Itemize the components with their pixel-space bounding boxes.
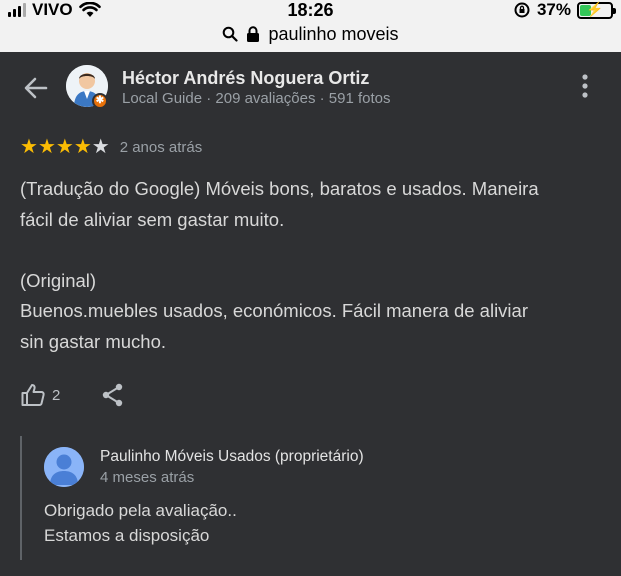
battery-percentage: 37% — [536, 0, 571, 19]
reviewer-meta: Local Guide · 209 avaliações · 591 fotos — [122, 90, 391, 107]
star-empty-icon: ★ — [91, 136, 110, 158]
reply-text: Obrigado pela avaliação.. Estamos a disp… — [44, 498, 237, 548]
orientation-lock-icon — [514, 2, 530, 18]
star-filled-icon: ★ — [73, 136, 92, 158]
star-filled-icon: ★ — [55, 136, 74, 158]
star-filled-icon: ★ — [37, 136, 56, 158]
reply-text-line: Estamos a disposição — [44, 526, 210, 545]
translated-text-line: fácil de aliviar sem gastar muito. — [20, 208, 285, 230]
reply-date: 4 meses atrás — [100, 469, 195, 486]
battery-icon: ⚡ — [577, 0, 616, 19]
lock-icon — [247, 26, 260, 42]
back-arrow-icon[interactable] — [22, 74, 50, 102]
like-count: 2 — [52, 386, 61, 404]
original-text-line: Buenos.muebles usados, económicos. Fácil… — [20, 300, 528, 321]
owner-name: Paulinho Móveis Usados (proprietário) — [100, 448, 364, 465]
charging-bolt-icon: ⚡ — [586, 0, 604, 17]
translated-text-line: (Tradução do Google) Móveis bons, barato… — [20, 178, 539, 199]
battery-tip — [613, 7, 616, 14]
reply-text-line: Obrigado pela avaliação.. — [44, 501, 237, 520]
default-profile-icon — [44, 447, 84, 487]
status-right: 37% ⚡ — [513, 0, 616, 20]
more-options-icon[interactable] — [576, 72, 594, 100]
search-icon — [223, 26, 239, 42]
reviewer-name[interactable]: Héctor Andrés Noguera Ortiz — [122, 68, 369, 89]
original-label: (Original) — [20, 269, 97, 291]
owner-avatar[interactable] — [44, 447, 84, 487]
original-text-line: sin gastar mucho. — [20, 330, 167, 352]
status-bar: VIVO 18:26 37% ⚡ paulinho moveis — [0, 0, 621, 52]
review-text: (Tradução do Google) Móveis bons, barato… — [20, 174, 602, 357]
review-header: ✱ Héctor Andrés Noguera Ortiz Local Guid… — [0, 60, 621, 120]
thumbs-up-icon[interactable] — [20, 382, 46, 408]
rating-row: ★ ★ ★ ★ ★ 2 anos atrás — [20, 137, 202, 157]
url-text: paulinho moveis — [268, 23, 399, 44]
review-date: 2 anos atrás — [119, 138, 203, 156]
share-icon[interactable] — [100, 382, 126, 408]
url-bar[interactable]: paulinho moveis — [0, 22, 621, 46]
owner-reply: Paulinho Móveis Usados (proprietário) 4 … — [20, 436, 602, 560]
local-guide-badge-icon: ✱ — [92, 93, 108, 109]
review-actions: 2 — [20, 380, 126, 410]
star-rating: ★ ★ ★ ★ ★ — [20, 137, 110, 157]
star-filled-icon: ★ — [20, 136, 38, 158]
